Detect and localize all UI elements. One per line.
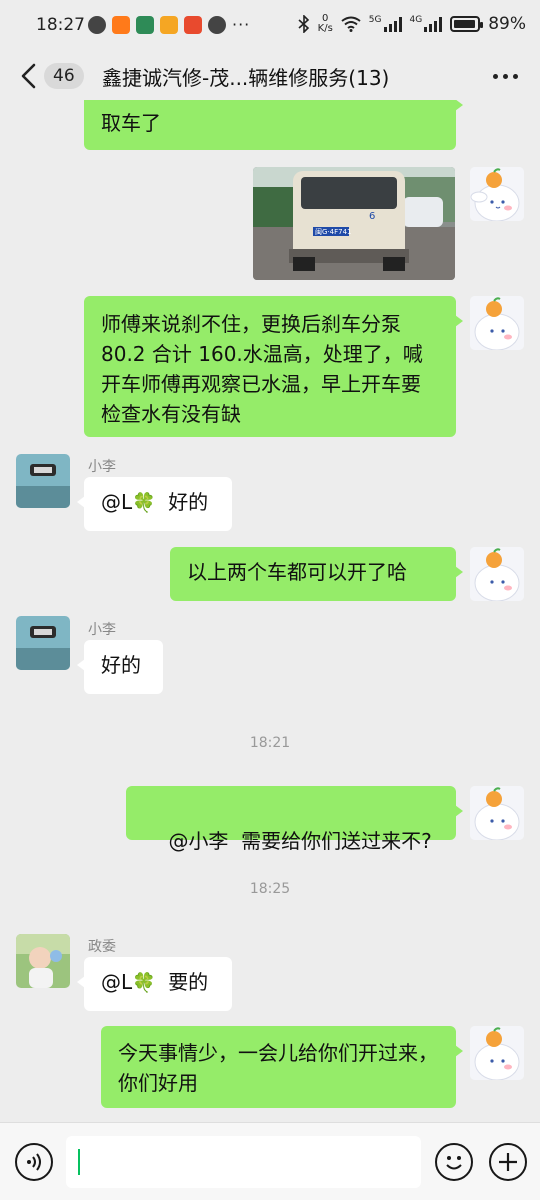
message-list[interactable]: 取车了 闽G·4F741 6 师傅来说刹不住，更换后刹车分泵80.2 合计 16… [0,100,540,1122]
bluetooth-icon [298,15,309,33]
plus-icon [499,1153,517,1171]
message-bubble[interactable]: 以上两个车都可以开了哈 [170,547,463,601]
voice-icon [27,1153,41,1171]
video-app-icon [184,15,202,34]
sender-avatar[interactable] [16,454,70,508]
sender-avatar[interactable] [16,616,70,670]
baby-photo-avatar [16,934,70,988]
cinnamoroll-avatar-icon [470,167,524,221]
signal-4g: 4G [410,16,443,32]
emoji-button[interactable] [435,1143,473,1181]
app-icon [160,15,178,34]
sender-name: 政委 [88,939,116,955]
chat-header: 46 鑫捷诚汽修-茂...辆维修服务(13) [0,52,540,100]
cinnamoroll-avatar-icon [470,1026,524,1080]
chat-icon [208,15,226,34]
van-label: 6 [369,211,375,222]
sender-name: 小李 [88,622,116,638]
chat-title: 鑫捷诚汽修-茂...辆维修服务(13) [102,66,390,90]
notification-icons: ··· [88,15,250,34]
sender-name: 小李 [88,459,116,475]
cinnamoroll-avatar-icon [470,547,524,601]
sender-avatar[interactable] [16,934,70,988]
plate-text: 闽G·4F741 [315,228,352,236]
plus-button[interactable] [489,1143,527,1181]
message-input[interactable] [66,1136,421,1188]
self-avatar[interactable] [470,1026,524,1080]
self-avatar[interactable] [470,786,524,840]
time-separator: 18:21 [249,735,291,751]
taobao-icon [112,15,130,34]
clover-icon: 🍀 [132,972,156,994]
cinnamoroll-avatar-icon [470,296,524,350]
unread-count-badge[interactable]: 46 [44,63,84,89]
back-arrow-icon[interactable] [18,62,42,90]
battery-icon [450,16,484,32]
message-image[interactable]: 闽G·4F741 6 [253,167,455,280]
message-bubble[interactable]: 师傅来说刹不住，更换后刹车分泵80.2 合计 160.水温高，处理了，喊开车师傅… [84,296,463,437]
signal-bars-icon [424,16,443,32]
message-bubble[interactable]: @L🍀 好的 [77,477,232,531]
car-interior-avatar [16,616,70,670]
self-avatar[interactable] [470,547,524,601]
car-interior-avatar [16,454,70,508]
net-speed: 0 K/s [317,13,333,34]
time-separator: 18:25 [249,881,291,897]
more-notifications-icon: ··· [232,15,251,34]
message-bubble[interactable]: 好的 [77,640,163,694]
self-avatar[interactable] [470,296,524,350]
bank-app-icon [136,15,154,34]
input-bar [0,1122,540,1200]
message-bubble[interactable]: 取车了 [84,100,463,150]
alarm-icon [88,15,106,34]
van-photo: 闽G·4F741 6 [253,167,455,280]
cinnamoroll-avatar-icon [470,786,524,840]
message-bubble[interactable]: @小李 需要给你们送过来不? [126,786,463,853]
emoji-icon [446,1156,462,1170]
message-bubble[interactable]: 今天事情少，一会儿给你们开过来，你们好用 [101,1026,463,1108]
more-options-icon[interactable] [493,66,518,86]
wifi-icon [341,16,361,32]
self-avatar[interactable] [470,167,524,221]
battery-percent: 89% [488,14,526,34]
clover-icon: 🍀 [132,492,156,514]
status-bar: 18:27 ··· 0 K/s 5G 4G 89% [0,0,540,52]
signal-5g: 5G [369,16,402,32]
status-time: 18:27 [36,15,85,35]
voice-button[interactable] [15,1143,53,1181]
status-right: 0 K/s 5G 4G 89% [298,14,526,34]
text-cursor [78,1149,80,1175]
signal-bars-icon [383,16,402,32]
message-bubble[interactable]: @L🍀 要的 [77,957,232,1011]
